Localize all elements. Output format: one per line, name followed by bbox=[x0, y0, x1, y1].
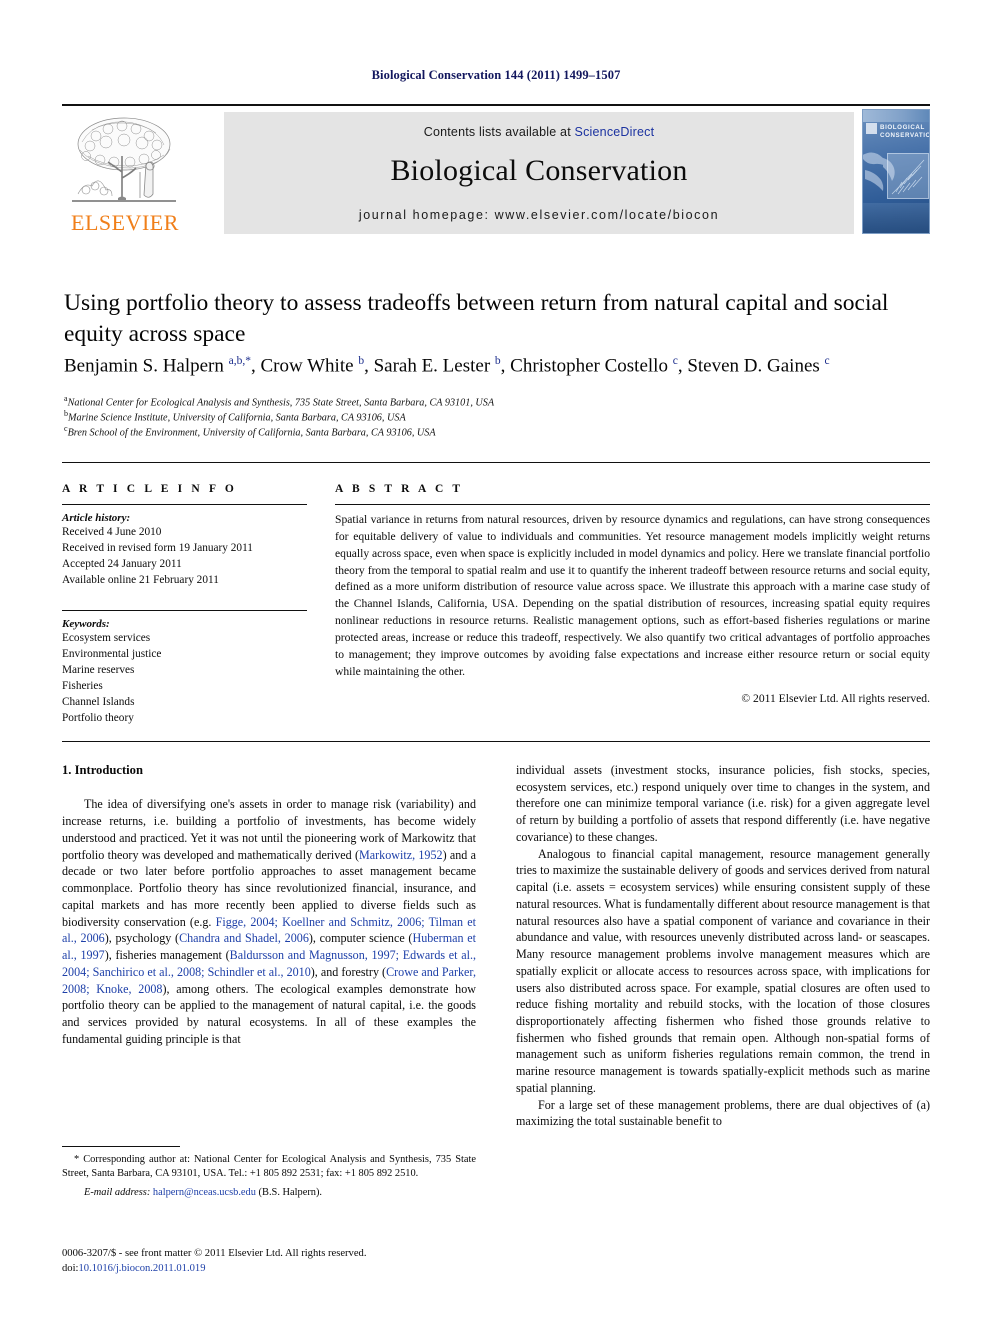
eagle-icon bbox=[863, 152, 895, 191]
doi-line: doi:10.1016/j.biocon.2011.01.019 bbox=[62, 1262, 492, 1277]
paragraph-right-2: Analogous to financial capital managemen… bbox=[516, 846, 930, 1095]
journal-title: Biological Conservation bbox=[390, 154, 688, 187]
body-column-right: individual assets (investment stocks, in… bbox=[516, 762, 930, 1130]
sciencedirect-link[interactable]: ScienceDirect bbox=[575, 125, 655, 139]
journal-cover-thumbnail: BIOLOGICAL CONSERVATION bbox=[862, 109, 930, 234]
divider-info-top bbox=[62, 504, 307, 505]
article-info-column: A R T I C L E I N F O Article history: R… bbox=[62, 483, 307, 726]
paper-page: Biological Conservation 144 (2011) 1499–… bbox=[0, 0, 992, 1323]
journal-banner: Contents lists available at ScienceDirec… bbox=[224, 112, 854, 234]
info-abstract-band: A R T I C L E I N F O Article history: R… bbox=[62, 462, 930, 742]
elsevier-tree-icon bbox=[72, 117, 176, 202]
email-note: E-mail address: halpern@nceas.ucsb.edu (… bbox=[62, 1186, 476, 1200]
cover-bottom-shade bbox=[863, 203, 929, 233]
footnote-block: * Corresponding author at: National Cent… bbox=[62, 1146, 476, 1200]
email-owner: (B.S. Halpern). bbox=[258, 1187, 323, 1199]
keyword-item: Ecosystem services bbox=[62, 632, 151, 645]
contents-available-line: Contents lists available at ScienceDirec… bbox=[224, 125, 854, 139]
elsevier-wordmark: ELSEVIER bbox=[71, 210, 179, 235]
paragraph-intro-left: The idea of diversifying one's assets in… bbox=[62, 796, 476, 1047]
email-label: E-mail address: bbox=[84, 1187, 151, 1199]
affiliation-text-c: Bren School of the Environment, Universi… bbox=[67, 427, 436, 439]
article-history-label: Article history: bbox=[62, 512, 131, 524]
cover-title-line-2: CONSERVATION bbox=[880, 132, 929, 140]
issn-line: 0006-3207/$ - see front matter © 2011 El… bbox=[62, 1248, 367, 1259]
para-text: ), and forestry ( bbox=[310, 964, 387, 979]
citation-link[interactable]: Markowitz, 1952 bbox=[359, 848, 443, 862]
affiliation-text-b: Marine Science Institute, University of … bbox=[68, 412, 406, 424]
keyword-item: Channel Islands bbox=[62, 696, 135, 709]
para-text: ), fisheries management ( bbox=[104, 948, 230, 963]
keyword-item: Portfolio theory bbox=[62, 712, 134, 725]
keywords-block: Keywords: Ecosystem services Environment… bbox=[62, 618, 307, 726]
history-item-received: Received 4 June 2010 bbox=[62, 526, 162, 538]
journal-masthead: ELSEVIER Contents lists available at Sci… bbox=[62, 104, 930, 236]
cover-elsevier-mark bbox=[866, 123, 877, 134]
para-text: ), psychology ( bbox=[104, 931, 180, 946]
elsevier-logo: ELSEVIER bbox=[62, 112, 186, 234]
author-list: Benjamin S. Halpern a,b,*, Crow White b,… bbox=[64, 355, 830, 377]
cover-title: BIOLOGICAL CONSERVATION bbox=[880, 124, 929, 141]
cover-title-line-1: BIOLOGICAL bbox=[880, 124, 925, 131]
page-title: Using portfolio theory to assess tradeof… bbox=[64, 290, 889, 347]
abstract-heading: A B S T R A C T bbox=[335, 483, 464, 495]
divider-abstract-top bbox=[335, 504, 930, 505]
paragraph-right-1: individual assets (investment stocks, in… bbox=[516, 763, 930, 844]
keyword-item: Marine reserves bbox=[62, 664, 135, 677]
running-head: Biological Conservation 144 (2011) 1499–… bbox=[371, 68, 621, 82]
corresponding-author-note: * Corresponding author at: National Cent… bbox=[62, 1154, 476, 1180]
affiliation-text-a: National Center for Ecological Analysis … bbox=[67, 397, 495, 409]
doi-label: doi: bbox=[62, 1262, 79, 1274]
section-heading-introduction: 1. Introduction bbox=[62, 763, 143, 777]
history-item-online: Available online 21 February 2011 bbox=[62, 574, 219, 587]
abstract-text: Spatial variance in returns from natural… bbox=[335, 513, 930, 678]
journal-homepage-link[interactable]: journal homepage: www.elsevier.com/locat… bbox=[224, 208, 854, 222]
paragraph-right-3: For a large set of these management prob… bbox=[516, 1097, 930, 1129]
footnote-rule bbox=[62, 1146, 180, 1147]
citation-link[interactable]: Chandra and Shadel, 2006 bbox=[179, 931, 309, 945]
keywords-label: Keywords: bbox=[62, 618, 110, 631]
doi-value[interactable]: 10.1016/j.biocon.2011.01.019 bbox=[78, 1263, 205, 1274]
history-item-revised: Received in revised form 19 January 2011 bbox=[62, 542, 253, 555]
cover-top-bar bbox=[863, 110, 929, 122]
abstract-column: A B S T R A C T Spatial variance in retu… bbox=[335, 483, 930, 705]
affiliation-c: cBren School of the Environment, Univers… bbox=[64, 423, 944, 441]
history-item-accepted: Accepted 24 January 2011 bbox=[62, 558, 182, 571]
issn-copyright-block: 0006-3207/$ - see front matter © 2011 El… bbox=[62, 1247, 492, 1277]
keyword-item: Environmental justice bbox=[62, 648, 162, 661]
para-text: ), computer science ( bbox=[308, 931, 413, 946]
divider-keywords bbox=[62, 610, 307, 612]
contents-prefix: Contents lists available at bbox=[423, 125, 575, 139]
email-link[interactable]: halpern@nceas.ucsb.edu bbox=[153, 1187, 256, 1198]
article-info-heading: A R T I C L E I N F O bbox=[62, 483, 237, 495]
copyright-line: © 2011 Elsevier Ltd. All rights reserved… bbox=[741, 691, 930, 705]
keyword-item: Fisheries bbox=[62, 680, 103, 693]
body-column-left: 1. Introduction The idea of diversifying… bbox=[62, 762, 476, 1047]
